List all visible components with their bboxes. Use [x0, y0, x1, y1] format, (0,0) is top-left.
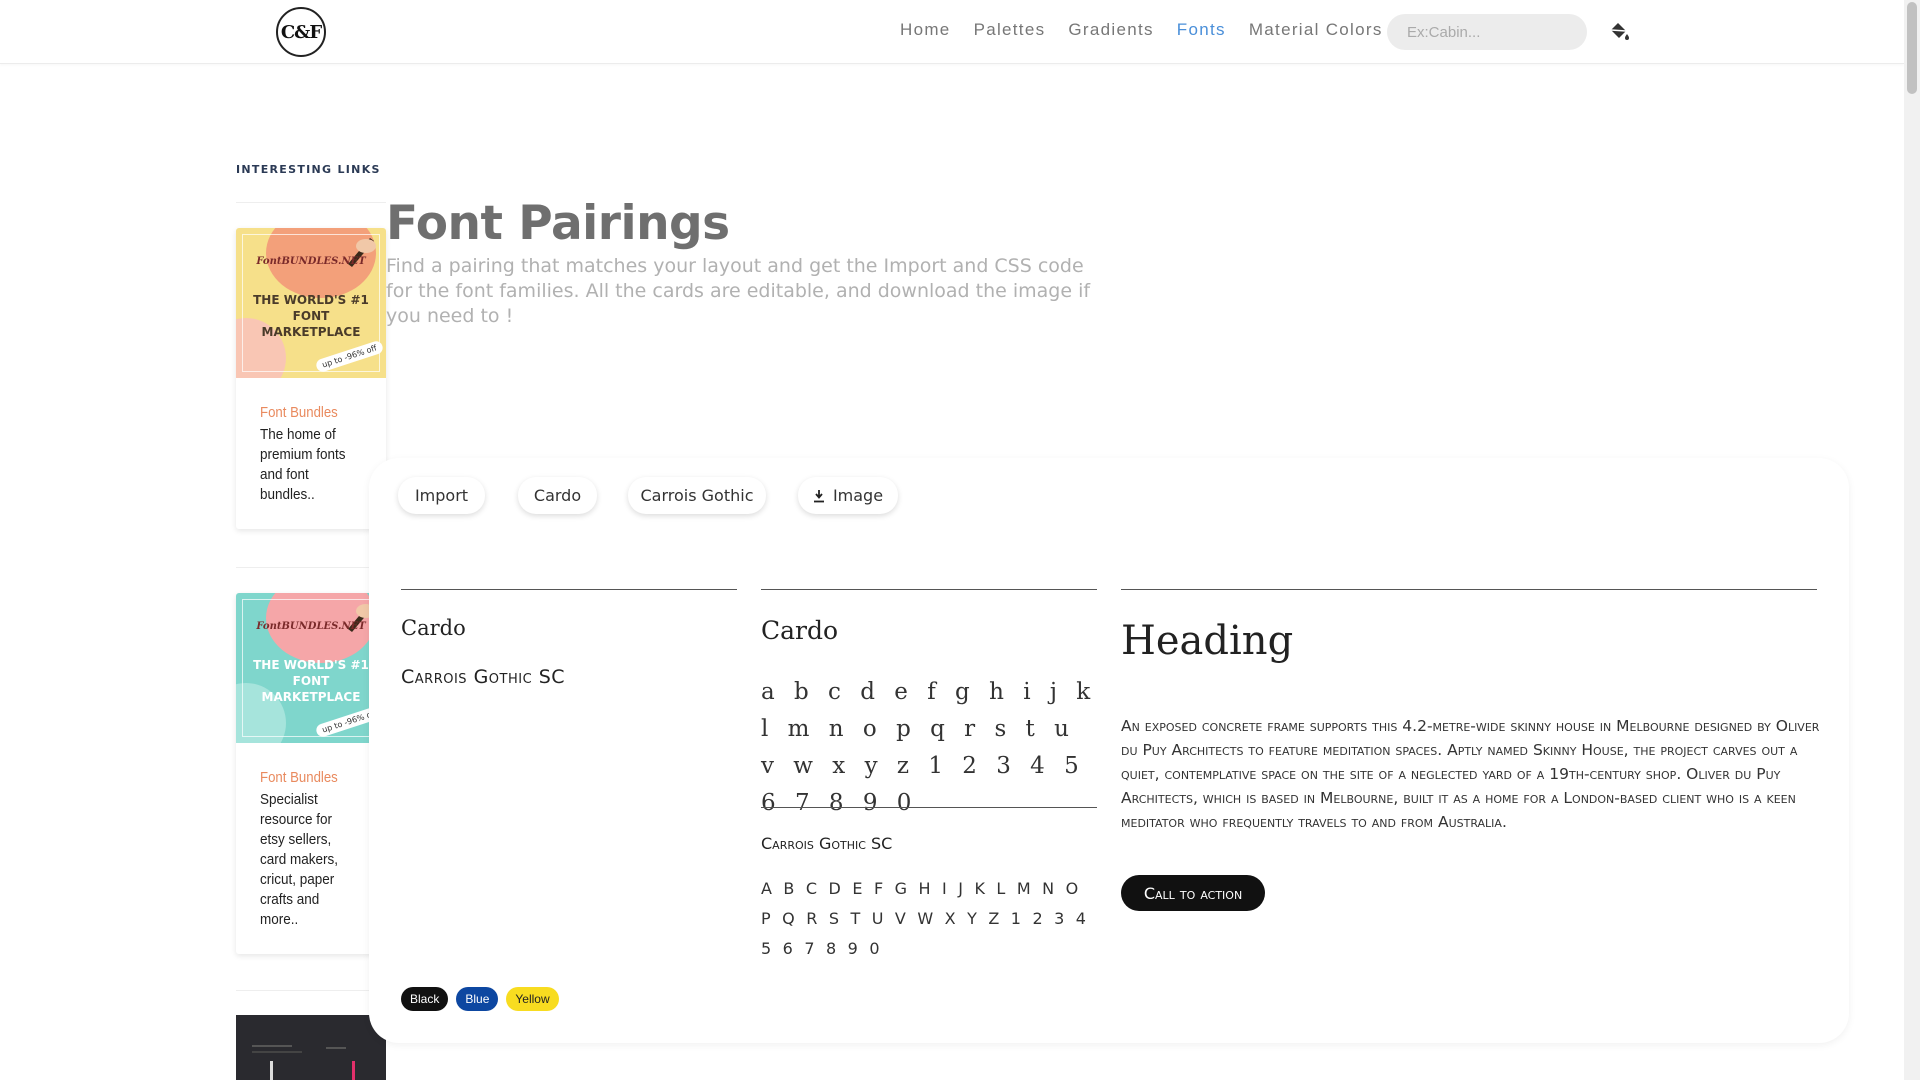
page-title: Font Pairings: [386, 196, 730, 251]
sidebar-divider: [236, 202, 386, 203]
specimen-divider: [761, 807, 1097, 808]
main-nav: Home Palettes Gradients Fonts Material C…: [900, 20, 1406, 40]
top-navbar: C&F Home Palettes Gradients Fonts Materi…: [0, 0, 1904, 64]
ad-image-dark[interactable]: [236, 1015, 386, 1080]
font1-button[interactable]: Cardo: [518, 477, 597, 514]
font1-name[interactable]: Cardo: [401, 616, 466, 640]
column-divider: [761, 589, 1097, 590]
ad-link[interactable]: Font Bundles: [260, 404, 350, 421]
call-to-action-button[interactable]: Call to action: [1121, 875, 1265, 911]
ad-link[interactable]: Font Bundles: [260, 769, 350, 786]
import-button[interactable]: Import: [398, 477, 485, 514]
ad-headline: THE WORLD'S #1 FONT MARKETPLACE: [253, 658, 369, 704]
ad-description: Specialist resource for etsy sellers, ca…: [260, 791, 339, 928]
paint-bucket-icon[interactable]: [1607, 20, 1631, 44]
page-scrollbar[interactable]: [1904, 0, 1920, 1080]
font1-specimen-title[interactable]: Cardo: [761, 616, 838, 645]
page-subtitle: Find a pairing that matches your layout …: [386, 255, 1091, 327]
nav-fonts[interactable]: Fonts: [1177, 20, 1226, 40]
ad-brand: FontBUNDLES.NET: [256, 621, 366, 632]
nav-home[interactable]: Home: [900, 20, 951, 40]
download-image-button[interactable]: Image: [798, 477, 898, 514]
site-logo[interactable]: C&F: [276, 7, 326, 57]
ad-description: The home of premium fonts and font bundl…: [260, 426, 346, 503]
ad-image[interactable]: FontBUNDLES.NET THE WORLD'S #1 FONT MARK…: [236, 593, 386, 743]
ad-card[interactable]: FontBUNDLES.NET THE WORLD'S #1 FONT MARK…: [236, 228, 386, 529]
sidebar-divider: [236, 567, 386, 568]
font2-button[interactable]: Carrois Gothic: [628, 477, 766, 514]
ad-image[interactable]: FontBUNDLES.NET THE WORLD'S #1 FONT MARK…: [236, 228, 386, 378]
tag-black[interactable]: Black: [401, 987, 449, 1011]
font2-name[interactable]: Carrois Gothic SC: [401, 666, 565, 688]
column-divider: [1121, 589, 1817, 590]
sidebar-divider: [236, 990, 386, 991]
font2-glyph-specimen[interactable]: A B C D E F G H I J K L M N O P Q R S T …: [761, 874, 1096, 964]
ad-headline: THE WORLD'S #1 FONT MARKETPLACE: [253, 293, 369, 339]
font2-specimen-title[interactable]: Carrois Gothic SC: [761, 834, 892, 853]
sample-body-text[interactable]: An exposed concrete frame supports this …: [1121, 714, 1821, 834]
tag-yellow[interactable]: Yellow: [506, 987, 559, 1011]
font1-glyph-specimen[interactable]: a b c d e f g h i j k l m n o p q r s t …: [761, 674, 1096, 822]
column-divider: [401, 589, 737, 590]
nav-gradients[interactable]: Gradients: [1068, 20, 1153, 40]
download-icon: [813, 489, 824, 502]
download-image-label: Image: [832, 486, 884, 505]
color-tags: Black Blue Yellow: [401, 987, 559, 1011]
ad-card[interactable]: FontBUNDLES.NET THE WORLD'S #1 FONT MARK…: [236, 593, 386, 954]
search-input[interactable]: [1387, 14, 1587, 50]
nav-material-colors[interactable]: Material Colors: [1249, 20, 1383, 40]
nav-palettes[interactable]: Palettes: [974, 20, 1046, 40]
sidebar-title: INTERESTING LINKS: [236, 163, 381, 176]
ad-brand: FontBUNDLES.NET: [256, 256, 366, 267]
tag-blue[interactable]: Blue: [456, 987, 499, 1011]
scroll-thumb[interactable]: [1907, 2, 1917, 94]
sample-heading[interactable]: Heading: [1121, 618, 1293, 664]
